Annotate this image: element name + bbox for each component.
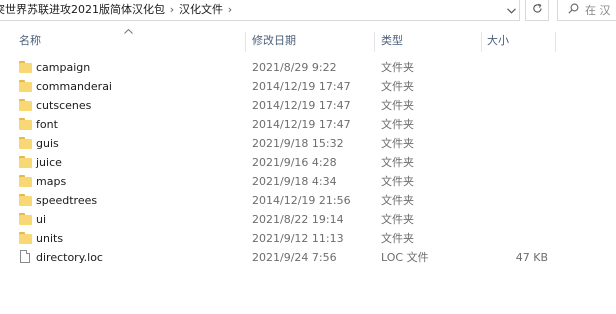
search-icon bbox=[568, 3, 579, 17]
address-bar[interactable]: 突世界苏联进攻2021版简体汉化包 › 汉化文件 › bbox=[0, 0, 520, 21]
file-type: 文件夹 bbox=[381, 118, 414, 131]
file-explorer-window: 突世界苏联进攻2021版简体汉化包 › 汉化文件 › 在 汉 名称 修改日期 类… bbox=[0, 0, 616, 314]
file-size: 47 KB bbox=[515, 251, 548, 264]
file-type: 文件夹 bbox=[381, 213, 414, 226]
breadcrumb-separator[interactable]: › bbox=[165, 0, 179, 20]
file-row[interactable]: speedtrees 2014/12/19 21:56 文件夹 bbox=[0, 191, 616, 210]
file-row[interactable]: commanderai 2014/12/19 17:47 文件夹 bbox=[0, 77, 616, 96]
refresh-button[interactable] bbox=[525, 0, 549, 21]
search-placeholder: 在 汉 bbox=[585, 4, 611, 17]
file-name: maps bbox=[36, 175, 67, 188]
column-header-row: 名称 修改日期 类型 大小 bbox=[0, 30, 616, 52]
file-type: LOC 文件 bbox=[381, 251, 429, 264]
refresh-icon bbox=[532, 3, 543, 17]
file-modified-date: 2021/9/12 11:13 bbox=[252, 232, 344, 245]
column-header-name[interactable]: 名称 bbox=[19, 30, 41, 52]
file-row[interactable]: juice 2021/9/16 4:28 文件夹 bbox=[0, 153, 616, 172]
file-modified-date: 2021/8/22 19:14 bbox=[252, 213, 344, 226]
file-type: 文件夹 bbox=[381, 156, 414, 169]
file-type: 文件夹 bbox=[381, 194, 414, 207]
folder-icon bbox=[19, 137, 32, 149]
column-header-type[interactable]: 类型 bbox=[381, 30, 403, 52]
folder-icon bbox=[19, 80, 32, 92]
column-divider[interactable] bbox=[481, 32, 482, 52]
file-row[interactable]: cutscenes 2014/12/19 17:47 文件夹 bbox=[0, 96, 616, 115]
file-type: 文件夹 bbox=[381, 175, 414, 188]
folder-icon bbox=[19, 232, 32, 244]
file-list: campaign 2021/8/29 9:22 文件夹 commanderai … bbox=[0, 58, 616, 267]
file-name: commanderai bbox=[36, 80, 112, 93]
file-name: cutscenes bbox=[36, 99, 92, 112]
chevron-down-icon[interactable] bbox=[502, 0, 520, 21]
file-name: ui bbox=[36, 213, 47, 226]
column-header-date[interactable]: 修改日期 bbox=[252, 30, 296, 52]
file-name: speedtrees bbox=[36, 194, 98, 207]
file-modified-date: 2021/9/18 4:34 bbox=[252, 175, 337, 188]
file-type: 文件夹 bbox=[381, 99, 414, 112]
file-row[interactable]: guis 2021/9/18 15:32 文件夹 bbox=[0, 134, 616, 153]
file-row[interactable]: font 2014/12/19 17:47 文件夹 bbox=[0, 115, 616, 134]
breadcrumb-parent-folder[interactable]: 突世界苏联进攻2021版简体汉化包 bbox=[0, 0, 165, 20]
file-row[interactable]: maps 2021/9/18 4:34 文件夹 bbox=[0, 172, 616, 191]
column-divider[interactable] bbox=[374, 32, 375, 52]
folder-icon bbox=[19, 156, 32, 168]
file-modified-date: 2014/12/19 21:56 bbox=[252, 194, 351, 207]
file-modified-date: 2014/12/19 17:47 bbox=[252, 118, 351, 131]
column-divider[interactable] bbox=[555, 32, 556, 52]
file-type: 文件夹 bbox=[381, 232, 414, 245]
file-modified-date: 2021/9/24 7:56 bbox=[252, 251, 337, 264]
file-type: 文件夹 bbox=[381, 61, 414, 74]
breadcrumb-separator[interactable]: › bbox=[223, 0, 237, 20]
breadcrumb-current-folder[interactable]: 汉化文件 bbox=[179, 0, 223, 20]
file-type: 文件夹 bbox=[381, 137, 414, 150]
file-name: directory.loc bbox=[36, 251, 103, 264]
file-modified-date: 2021/9/16 4:28 bbox=[252, 156, 337, 169]
file-modified-date: 2014/12/19 17:47 bbox=[252, 99, 351, 112]
file-row[interactable]: directory.loc 2021/9/24 7:56 LOC 文件 47 K… bbox=[0, 248, 616, 267]
folder-icon bbox=[19, 194, 32, 206]
folder-icon bbox=[19, 213, 32, 225]
folder-icon bbox=[19, 118, 32, 130]
file-modified-date: 2021/8/29 9:22 bbox=[252, 61, 337, 74]
file-name: campaign bbox=[36, 61, 91, 74]
file-modified-date: 2021/9/18 15:32 bbox=[252, 137, 344, 150]
file-row[interactable]: ui 2021/8/22 19:14 文件夹 bbox=[0, 210, 616, 229]
file-row[interactable]: campaign 2021/8/29 9:22 文件夹 bbox=[0, 58, 616, 77]
folder-icon bbox=[19, 99, 32, 111]
folder-icon bbox=[19, 175, 32, 187]
file-modified-date: 2014/12/19 17:47 bbox=[252, 80, 351, 93]
file-row[interactable]: units 2021/9/12 11:13 文件夹 bbox=[0, 229, 616, 248]
folder-icon bbox=[19, 61, 32, 73]
file-name: juice bbox=[36, 156, 62, 169]
column-header-size[interactable]: 大小 bbox=[487, 30, 509, 52]
address-bar-row: 突世界苏联进攻2021版简体汉化包 › 汉化文件 › 在 汉 bbox=[0, 0, 616, 22]
column-divider[interactable] bbox=[245, 32, 246, 52]
file-type: 文件夹 bbox=[381, 80, 414, 93]
file-name: units bbox=[36, 232, 64, 245]
file-name: guis bbox=[36, 137, 59, 150]
file-icon bbox=[19, 250, 32, 263]
search-input[interactable]: 在 汉 bbox=[557, 0, 616, 21]
file-name: font bbox=[36, 118, 58, 131]
